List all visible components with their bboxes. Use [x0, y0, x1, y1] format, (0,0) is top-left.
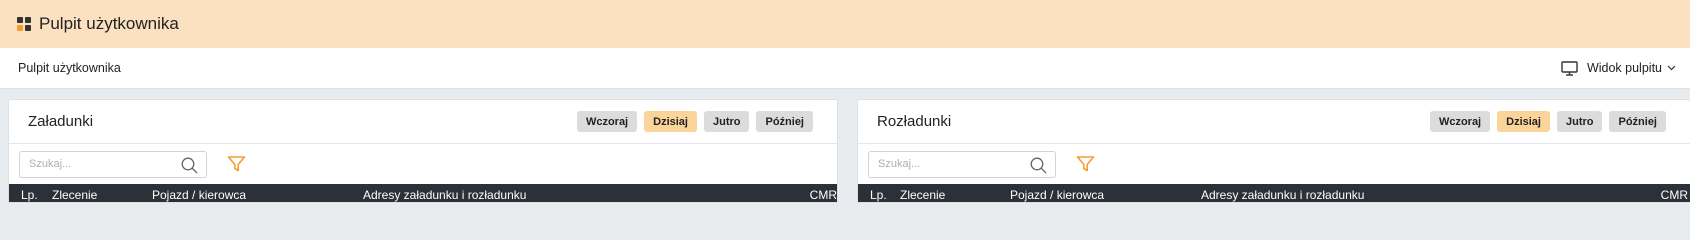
- search-icon[interactable]: [1030, 157, 1047, 174]
- search-input[interactable]: [20, 151, 170, 177]
- panel-title: Rozładunki: [877, 113, 952, 130]
- column-header-order[interactable]: Zlecenie: [52, 188, 97, 202]
- later-button[interactable]: Później: [756, 111, 813, 132]
- unloadings-panel: Rozładunki Wczoraj Dzisiaj Jutro Później…: [857, 99, 1690, 203]
- column-header-cmr[interactable]: CMR: [1661, 188, 1688, 202]
- view-switch-dropdown[interactable]: Widok pulpitu: [1561, 60, 1676, 76]
- column-header-cmr[interactable]: CMR: [810, 188, 837, 202]
- column-header-lp[interactable]: Lp.: [870, 188, 887, 202]
- search-box: [868, 150, 1056, 178]
- filter-icon[interactable]: [1076, 155, 1095, 173]
- column-header-lp[interactable]: Lp.: [21, 188, 38, 202]
- panel-title: Załadunki: [28, 113, 94, 130]
- view-switch-label: Widok pulpitu: [1586, 61, 1662, 75]
- panel-header: Rozładunki Wczoraj Dzisiaj Jutro Później: [858, 100, 1690, 144]
- search-icon[interactable]: [181, 157, 198, 174]
- later-button[interactable]: Później: [1609, 111, 1666, 132]
- column-header-vehicle[interactable]: Pojazd / kierowca: [1010, 188, 1104, 202]
- page-title: Pulpit użytkownika: [39, 14, 179, 33]
- column-header-addresses[interactable]: Adresy załadunku i rozładunku: [1201, 188, 1364, 202]
- day-filter-buttons: Wczoraj Dzisiaj Jutro Później: [576, 111, 813, 132]
- panel-header: Załadunki Wczoraj Dzisiaj Jutro Później: [9, 100, 837, 144]
- app-header: Pulpit użytkownika: [0, 0, 1690, 48]
- filter-icon[interactable]: [227, 155, 246, 173]
- search-input[interactable]: [869, 151, 1019, 177]
- today-button[interactable]: Dzisiaj: [644, 111, 697, 132]
- loadings-panel: Załadunki Wczoraj Dzisiaj Jutro Później …: [8, 99, 838, 203]
- yesterday-button[interactable]: Wczoraj: [576, 111, 638, 132]
- table-header: Lp. Zlecenie Pojazd / kierowca Adresy za…: [858, 184, 1690, 202]
- table-header: Lp. Zlecenie Pojazd / kierowca Adresy za…: [9, 184, 837, 202]
- panel-toolbar: [858, 144, 1690, 184]
- search-box: [19, 150, 207, 178]
- column-header-addresses[interactable]: Adresy załadunku i rozładunku: [363, 188, 526, 202]
- day-filter-buttons: Wczoraj Dzisiaj Jutro Później: [1429, 111, 1666, 132]
- tomorrow-button[interactable]: Jutro: [703, 111, 750, 132]
- breadcrumb: Pulpit użytkownika: [18, 61, 121, 75]
- breadcrumb-bar: Pulpit użytkownika Widok pulpitu: [0, 48, 1690, 89]
- today-button[interactable]: Dzisiaj: [1497, 111, 1550, 132]
- monitor-icon: [1561, 60, 1578, 76]
- column-header-vehicle[interactable]: Pojazd / kierowca: [152, 188, 246, 202]
- yesterday-button[interactable]: Wczoraj: [1429, 111, 1491, 132]
- chevron-down-icon: [1667, 65, 1676, 71]
- dashboard-icon: [17, 17, 31, 31]
- panel-toolbar: [9, 144, 837, 184]
- column-header-order[interactable]: Zlecenie: [900, 188, 945, 202]
- tomorrow-button[interactable]: Jutro: [1556, 111, 1603, 132]
